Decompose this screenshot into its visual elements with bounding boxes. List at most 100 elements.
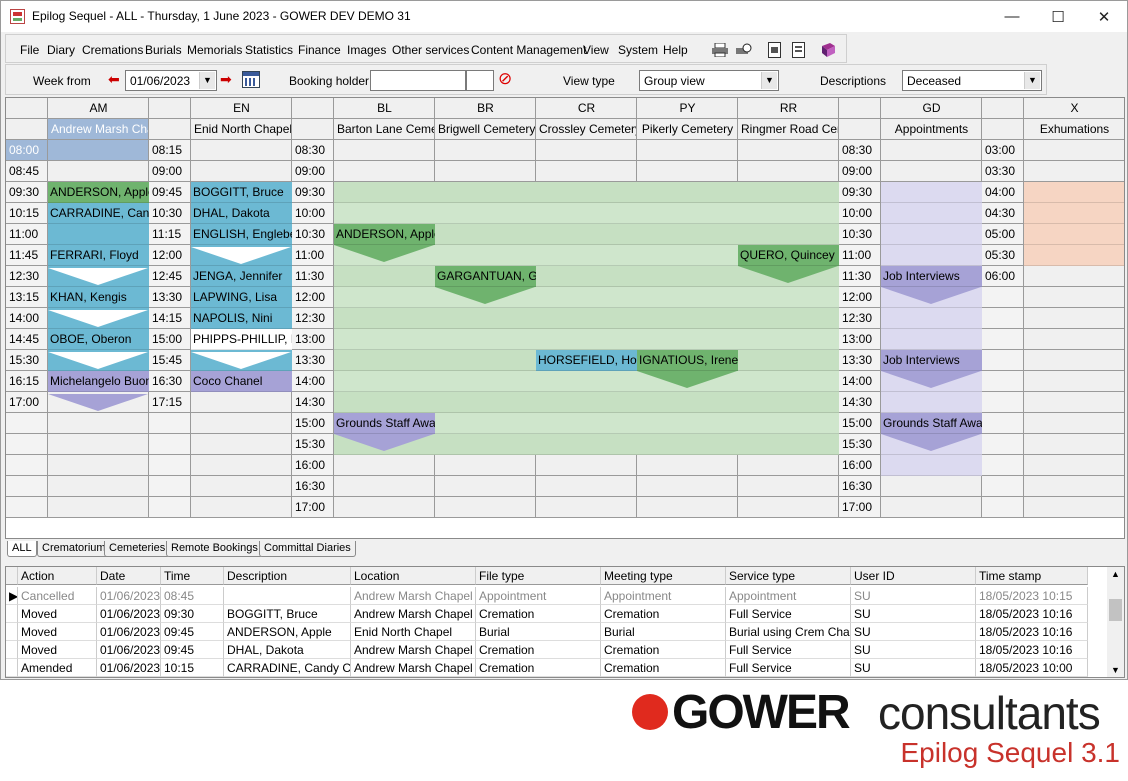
log-column-header[interactable]: Description	[224, 567, 351, 585]
diary-slot[interactable]	[1024, 497, 1124, 518]
diary-slot[interactable]	[334, 497, 435, 518]
time-slot[interactable]	[149, 434, 191, 455]
column-name-am[interactable]: Andrew Marsh Chap	[48, 119, 149, 140]
column-name-gd[interactable]: Appointments	[881, 119, 982, 140]
diary-slot[interactable]	[48, 434, 149, 455]
time-slot[interactable]	[6, 413, 48, 434]
booking-am[interactable]: FERRARI, Floyd	[48, 245, 149, 266]
chevron-down-icon[interactable]: ▼	[761, 72, 777, 89]
booking-am[interactable]: ANDERSON, Apple	[48, 182, 149, 203]
booking-arrow[interactable]	[334, 245, 434, 262]
cemetery-availability[interactable]	[334, 182, 839, 203]
column-name-py[interactable]: Pikerly Cemetery	[637, 119, 738, 140]
column-code-cr[interactable]: CR	[536, 98, 637, 119]
diary-slot[interactable]	[738, 497, 839, 518]
booking-bl[interactable]: Grounds Staff Award	[334, 413, 435, 434]
diary-slot[interactable]	[191, 392, 292, 413]
booking-arrow[interactable]	[881, 434, 981, 451]
diary-slot[interactable]	[1024, 266, 1124, 287]
diary-slot[interactable]	[191, 413, 292, 434]
column-name-bl[interactable]: Barton Lane Cemete	[334, 119, 435, 140]
tab-all[interactable]: ALL	[7, 541, 37, 557]
diary-slot[interactable]	[738, 140, 839, 161]
scroll-thumb[interactable]	[1109, 599, 1122, 621]
diary-slot[interactable]	[1024, 161, 1124, 182]
cemetery-availability[interactable]	[334, 308, 839, 329]
cemetery-availability[interactable]	[334, 287, 839, 308]
time-slot[interactable]	[982, 434, 1024, 455]
column-code-am[interactable]: AM	[48, 98, 149, 119]
diary-slot[interactable]	[191, 161, 292, 182]
time-slot[interactable]	[982, 350, 1024, 371]
appointment-availability[interactable]	[881, 203, 982, 224]
booking-en[interactable]: JENGA, Jennifer	[191, 266, 292, 287]
booking-am-fill[interactable]	[48, 224, 149, 245]
booking-arrow[interactable]	[435, 287, 535, 304]
menu-view[interactable]: View	[583, 43, 609, 57]
booking-am[interactable]: KHAN, Kengis	[48, 287, 149, 308]
log-column-header[interactable]: Date	[97, 567, 161, 585]
booking-arrow[interactable]	[191, 352, 291, 369]
tab-cemeteries[interactable]: Cemeteries	[104, 541, 171, 557]
log-column-header[interactable]: User ID	[851, 567, 976, 585]
column-code-rr[interactable]: RR	[738, 98, 839, 119]
tab-committal-diaries[interactable]: Committal Diaries	[259, 541, 356, 557]
time-slot[interactable]	[982, 497, 1024, 518]
previous-week-icon[interactable]: ⬅	[108, 71, 120, 88]
diary-slot[interactable]	[536, 497, 637, 518]
time-slot[interactable]	[6, 434, 48, 455]
print-preview-icon[interactable]	[734, 40, 754, 59]
close-button[interactable]: ✕	[1081, 1, 1127, 32]
diary-slot[interactable]	[881, 140, 982, 161]
diary-slot[interactable]	[881, 497, 982, 518]
menu-finance[interactable]: Finance	[298, 43, 341, 57]
diary-slot[interactable]	[536, 476, 637, 497]
tab-remote-bookings[interactable]: Remote Bookings	[166, 541, 263, 557]
time-slot[interactable]	[6, 476, 48, 497]
diary-slot[interactable]	[536, 455, 637, 476]
chevron-down-icon[interactable]: ▼	[1024, 72, 1040, 89]
time-slot[interactable]	[149, 413, 191, 434]
chevron-down-icon[interactable]: ▼	[1111, 665, 1120, 675]
diary-slot[interactable]	[48, 413, 149, 434]
row-indicator-header[interactable]	[6, 567, 18, 585]
column-name-cr[interactable]: Crossley Cemetery	[536, 119, 637, 140]
diary-slot[interactable]	[637, 161, 738, 182]
menu-file[interactable]: File	[20, 43, 39, 57]
booking-arrow[interactable]	[334, 434, 434, 451]
diary-slot[interactable]	[191, 455, 292, 476]
diary-slot[interactable]	[637, 497, 738, 518]
diary-slot[interactable]	[435, 455, 536, 476]
appointment-availability[interactable]	[881, 245, 982, 266]
time-slot[interactable]	[149, 476, 191, 497]
booking-arrow[interactable]	[48, 352, 148, 369]
booking-gd[interactable]: Job Interviews	[881, 266, 982, 287]
menu-memorials[interactable]: Memorials	[187, 43, 242, 57]
time-slot[interactable]	[149, 497, 191, 518]
diary-slot[interactable]	[48, 497, 149, 518]
chevron-up-icon[interactable]: ▲	[1111, 569, 1120, 579]
diary-slot[interactable]	[191, 140, 292, 161]
time-slot[interactable]	[982, 287, 1024, 308]
log-column-header[interactable]: Action	[18, 567, 97, 585]
diary-slot[interactable]	[637, 476, 738, 497]
diary-slot[interactable]	[1024, 392, 1124, 413]
diary-slot[interactable]	[1024, 371, 1124, 392]
diary-slot[interactable]	[536, 161, 637, 182]
diary-slot[interactable]	[1024, 140, 1124, 161]
diary-slot[interactable]	[1024, 476, 1124, 497]
diary-slot[interactable]	[738, 161, 839, 182]
log-column-header[interactable]: Time	[161, 567, 224, 585]
booking-arrow[interactable]	[637, 371, 737, 388]
booking-am[interactable]: CARRADINE, Candy	[48, 203, 149, 224]
cemetery-availability[interactable]	[334, 329, 839, 350]
audit-log-table[interactable]: ▲ ▼ Action Date Time Description Location Fil…	[5, 566, 1125, 678]
diary-slot[interactable]	[191, 476, 292, 497]
log-column-header[interactable]: Time stamp	[976, 567, 1088, 585]
log-column-header[interactable]: File type	[476, 567, 601, 585]
booking-en[interactable]: LAPWING, Lisa	[191, 287, 292, 308]
diary-slot[interactable]	[48, 455, 149, 476]
time-slot[interactable]	[149, 455, 191, 476]
chevron-down-icon[interactable]: ▼	[199, 72, 215, 89]
next-week-icon[interactable]: ➡	[220, 71, 232, 88]
